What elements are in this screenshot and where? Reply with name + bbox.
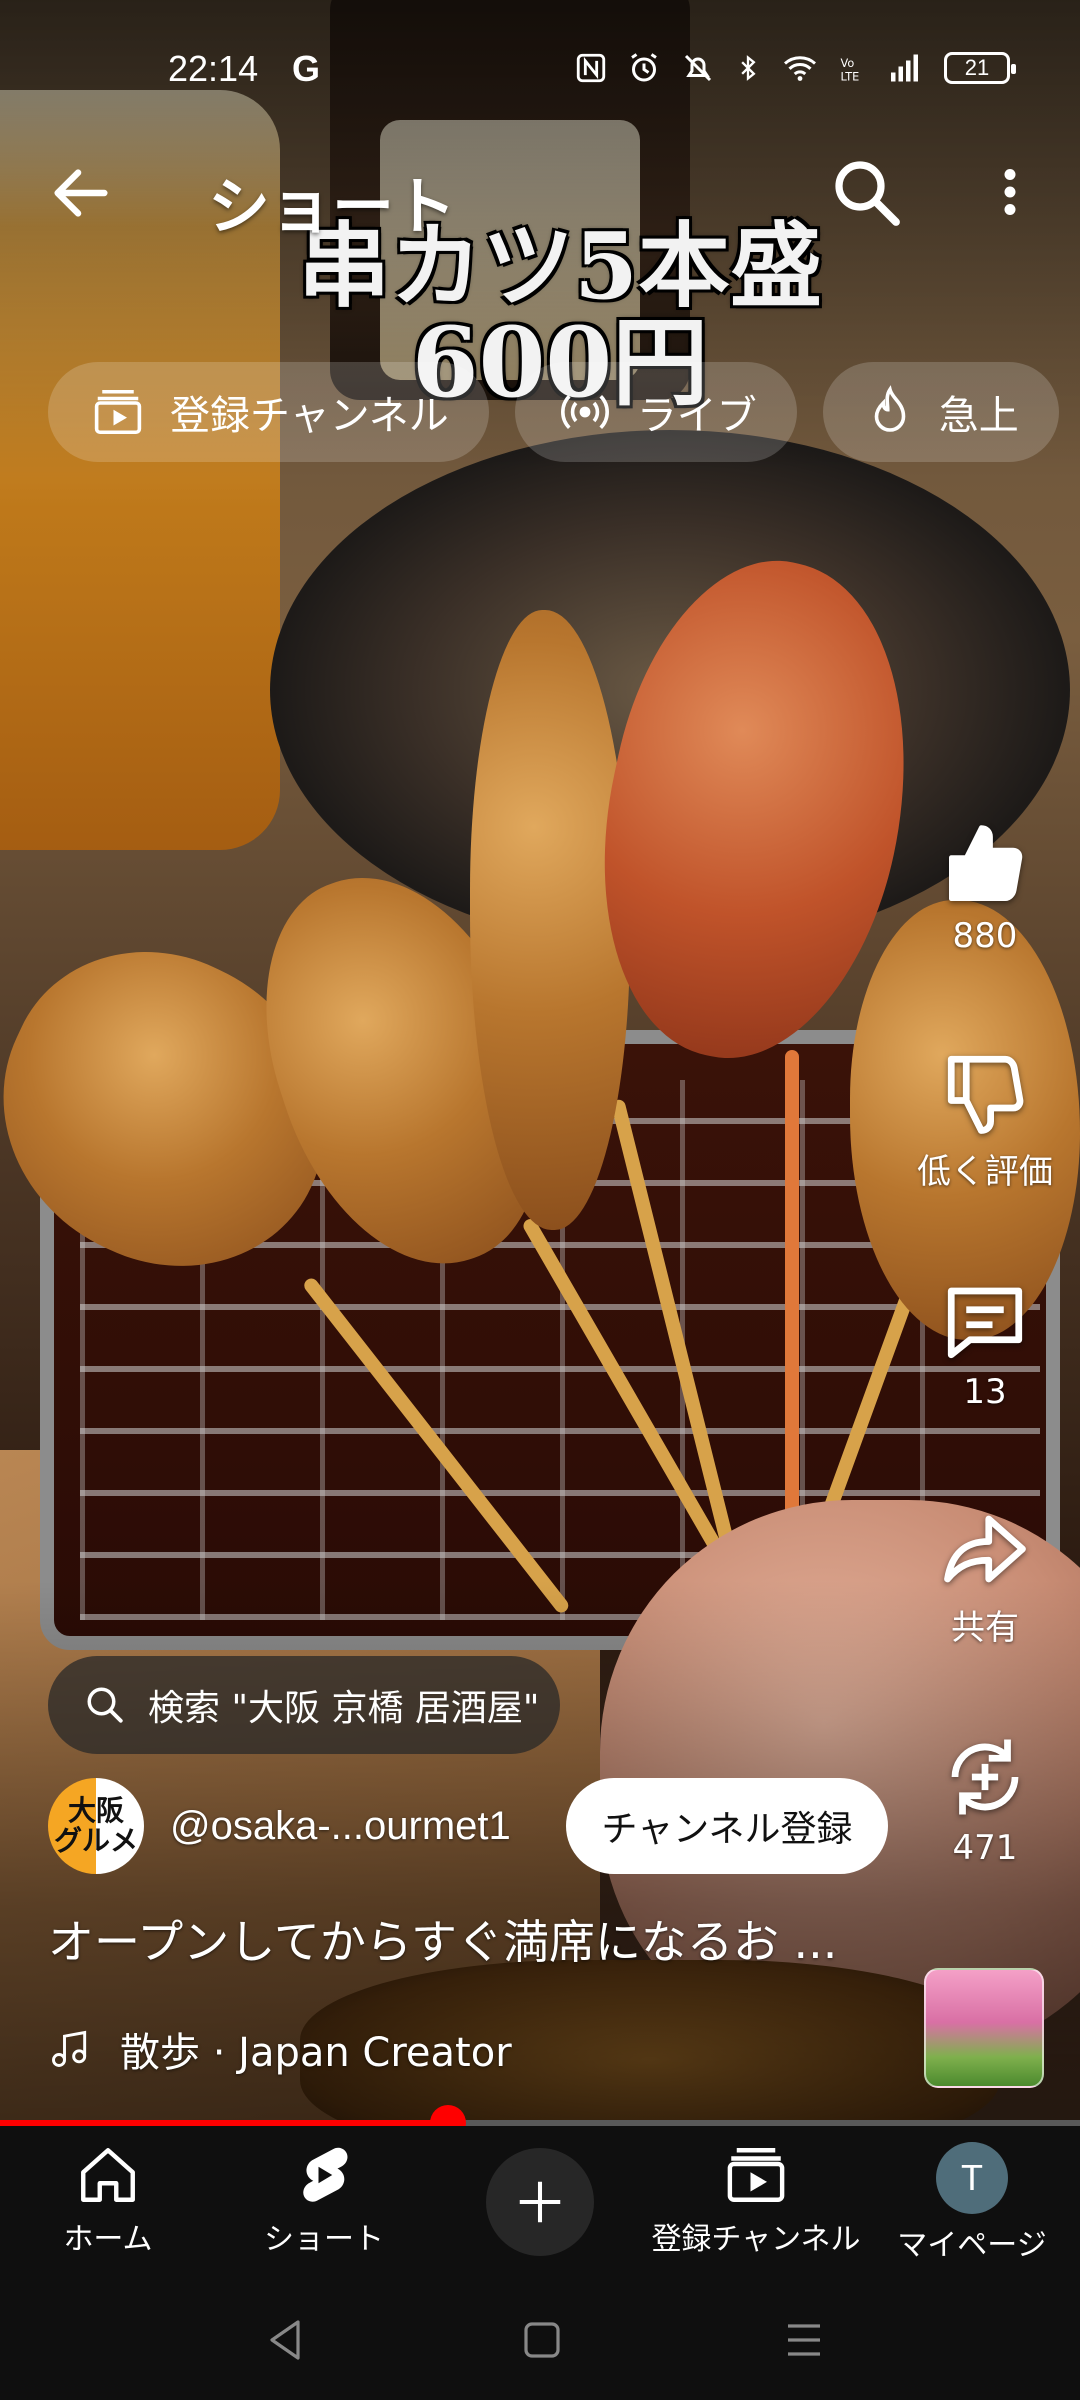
alarm-icon — [631, 53, 657, 82]
page-title: ショート — [208, 170, 457, 243]
avatar-text-top: 大阪 — [67, 1794, 124, 1827]
subscriptions-icon — [727, 2148, 785, 2202]
nfc-icon — [576, 53, 606, 83]
search-icon — [87, 1687, 123, 1723]
create-button[interactable] — [486, 2148, 594, 2256]
comments-button[interactable]: 13 — [900, 1276, 1070, 1412]
remix-icon — [951, 1739, 1019, 1815]
wifi-icon — [784, 56, 816, 81]
nav-home[interactable]: ホーム — [0, 2142, 216, 2258]
music-note-icon — [52, 2030, 87, 2067]
status-bar: 22:14 G Vo LTE 21 — [0, 0, 1080, 140]
music-row[interactable]: 散歩 · Japan Creator — [48, 2020, 512, 2078]
google-icon: G — [292, 48, 321, 89]
chip-label: 急上 — [938, 393, 1019, 439]
search-icon[interactable] — [830, 156, 902, 228]
bottom-navigation: ホーム ショート 登録チャンネル T マイページ — [0, 2126, 1080, 2276]
system-home-icon[interactable] — [518, 2316, 566, 2364]
more-vert-icon[interactable] — [980, 156, 1040, 228]
remix-button[interactable]: 471 — [900, 1732, 1070, 1868]
volte-icon: VoLTE — [841, 57, 860, 84]
avatar-text-bottom: グルメ — [53, 1824, 138, 1857]
back-arrow-icon[interactable] — [46, 158, 116, 228]
system-recents-icon[interactable] — [780, 2316, 828, 2364]
profile-avatar: T — [936, 2142, 1008, 2214]
subscribe-button[interactable]: チャンネル登録 — [566, 1778, 888, 1874]
video-description[interactable]: オープンしてからすぐ満席になるお ... — [48, 1906, 878, 1972]
chip-trending[interactable]: 急上 — [822, 362, 1059, 462]
status-icons: Vo LTE 21 — [574, 50, 1016, 86]
nav-shorts[interactable]: ショート — [216, 2142, 432, 2258]
sound-thumbnail[interactable] — [924, 1968, 1044, 2088]
home-icon — [81, 2148, 135, 2202]
trending-icon — [874, 385, 906, 432]
nav-my-page[interactable]: T マイページ — [864, 2142, 1080, 2264]
chip-label: 登録チャンネル — [170, 393, 449, 439]
shorts-icon — [303, 2147, 348, 2202]
share-button[interactable]: 共有 — [900, 1504, 1070, 1649]
like-count: 880 — [952, 916, 1018, 956]
like-button[interactable]: 880 — [900, 820, 1070, 956]
system-navigation-bar — [0, 2276, 1080, 2400]
thumbs-down-icon — [947, 1055, 1024, 1134]
feed-chip-row: 登録チャンネル ライブ 急上 — [48, 362, 1080, 462]
nav-label: マイページ — [897, 2228, 1047, 2263]
subscriptions-icon — [94, 389, 142, 435]
share-label: 共有 — [951, 1608, 1019, 1648]
channel-handle[interactable]: @osaka-...ourmet1 — [170, 1804, 511, 1849]
nav-subscriptions[interactable]: 登録チャンネル — [648, 2142, 864, 2258]
comment-icon — [947, 1287, 1023, 1359]
thumbs-up-icon — [949, 825, 1023, 901]
search-suggestion-pill[interactable]: 検索 "大阪 京橋 居酒屋" — [48, 1656, 560, 1754]
nav-label: 登録チャンネル — [651, 2222, 861, 2257]
status-time: 22:14 — [168, 48, 259, 89]
top-app-bar: ショート — [0, 140, 1080, 250]
mute-icon — [684, 54, 712, 82]
svg-text:Vo: Vo — [841, 57, 855, 70]
music-track: 散歩 · Japan Creator — [120, 2030, 512, 2076]
bluetooth-icon — [741, 55, 756, 81]
battery-icon: 21 — [944, 52, 1016, 84]
share-arrow-icon — [944, 1515, 1026, 1583]
nav-label: ショート — [264, 2222, 384, 2257]
svg-text:LTE: LTE — [841, 71, 860, 84]
dislike-label: 低く評価 — [917, 1152, 1053, 1192]
create-plus-icon — [519, 2181, 561, 2223]
dislike-button[interactable]: 低く評価 — [900, 1048, 1070, 1193]
system-back-icon[interactable] — [262, 2316, 310, 2364]
comment-count: 13 — [963, 1372, 1007, 1412]
signal-icon — [891, 54, 918, 82]
remix-count: 471 — [952, 1828, 1018, 1868]
chip-label: ライブ — [636, 393, 757, 439]
nav-label: ホーム — [63, 2222, 153, 2257]
chip-live[interactable]: ライブ — [514, 362, 797, 462]
chip-subscriptions[interactable]: 登録チャンネル — [48, 362, 489, 462]
battery-level: 21 — [964, 55, 990, 80]
channel-avatar[interactable]: 大阪 グルメ — [48, 1778, 144, 1874]
search-suggestion-text: 検索 "大阪 京橋 居酒屋" — [148, 1688, 540, 1729]
live-icon — [560, 394, 609, 430]
